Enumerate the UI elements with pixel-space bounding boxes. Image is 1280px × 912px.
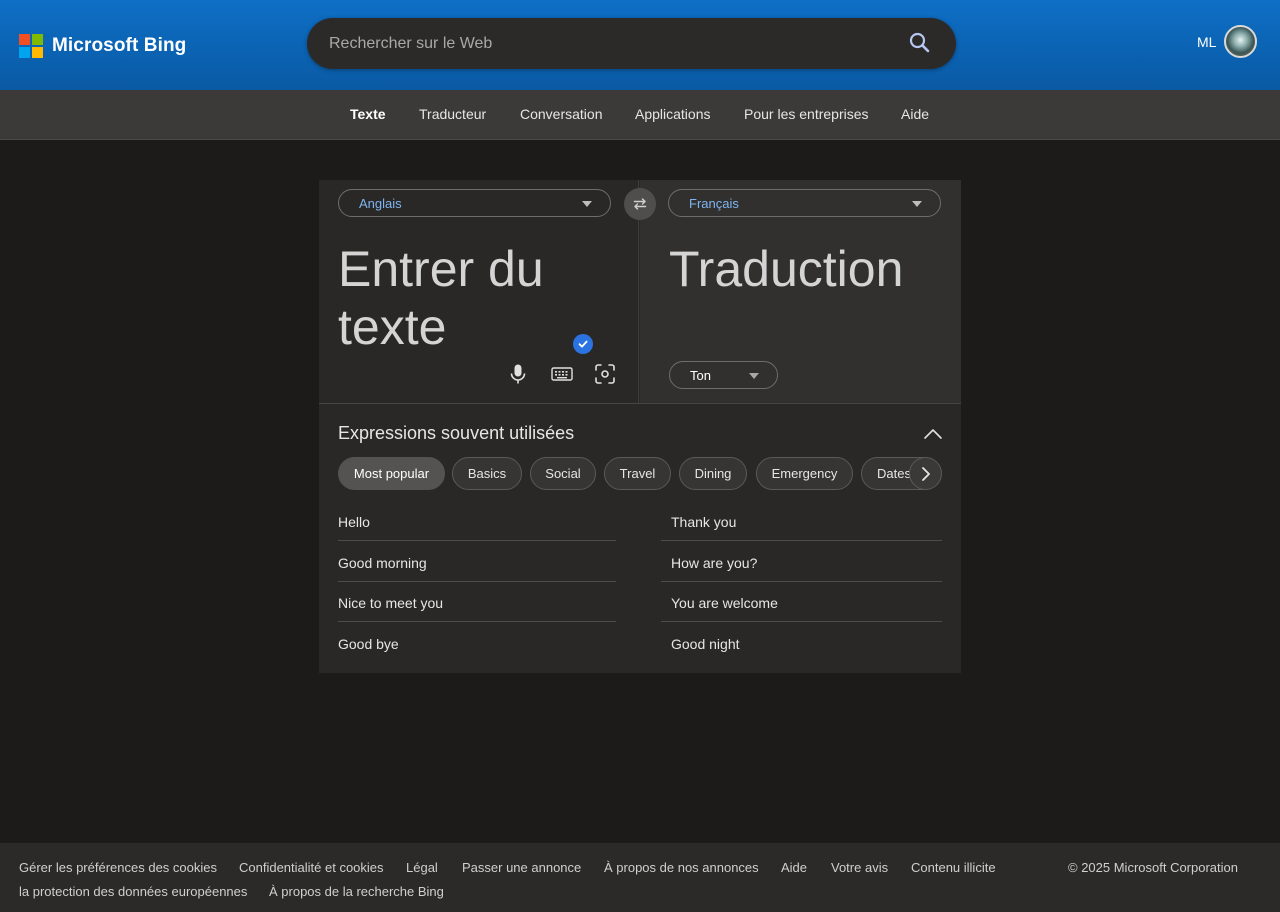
footer-link-about-bing[interactable]: À propos de la recherche Bing [269, 884, 444, 899]
logo-square-yellow [32, 47, 43, 58]
phrase-text: Good bye [338, 636, 399, 652]
nav-item-texte[interactable]: Texte [350, 106, 386, 122]
nav-item-aide[interactable]: Aide [901, 106, 929, 122]
logo-square-green [32, 34, 43, 45]
category-chip-travel[interactable]: Travel [604, 457, 671, 490]
bing-logo[interactable]: Microsoft Bing [19, 34, 186, 58]
user-initials[interactable]: ML [1197, 34, 1216, 50]
source-language-label: Anglais [359, 196, 402, 211]
microphone-icon [510, 364, 526, 384]
phrase-item[interactable]: Good bye [338, 623, 616, 663]
footer-link-about-ads[interactable]: À propos de nos annonces [604, 860, 759, 875]
swap-arrows-icon [633, 198, 647, 210]
camera-scan-button[interactable] [593, 362, 617, 386]
phrase-item[interactable]: Good morning [338, 542, 616, 582]
header: Microsoft Bing ML [0, 0, 1280, 90]
footer-link-help[interactable]: Aide [781, 860, 807, 875]
footer: Gérer les préférences des cookies Confid… [0, 843, 1280, 912]
phrase-item[interactable]: Hello [338, 501, 616, 541]
category-chip-emergency[interactable]: Emergency [756, 457, 853, 490]
nav-item-traducteur[interactable]: Traducteur [419, 106, 486, 122]
phrase-categories: Most popular Basics Social Travel Dining… [338, 457, 942, 491]
keyboard-button[interactable] [550, 362, 574, 386]
target-language-select[interactable]: Français [668, 189, 941, 217]
chevron-down-icon [582, 201, 592, 207]
chevron-down-icon [912, 201, 922, 207]
logo-square-blue [19, 47, 30, 58]
phrase-text: Good night [671, 636, 740, 652]
divider [319, 403, 961, 404]
search-button[interactable] [907, 30, 933, 56]
target-pane: Français Traduction Ton [640, 180, 961, 403]
top-nav: Texte Traducteur Conversation Applicatio… [0, 90, 1280, 140]
chevron-up-icon [924, 429, 942, 439]
tone-select[interactable]: Ton [669, 361, 778, 389]
search-icon [909, 32, 930, 53]
category-chip-most-popular[interactable]: Most popular [338, 457, 445, 490]
copyright: © 2025 Microsoft Corporation [1068, 860, 1238, 875]
nav-item-applications[interactable]: Applications [635, 106, 711, 122]
footer-link-eu-data-protection[interactable]: la protection des données européennes [19, 884, 247, 899]
phrase-item[interactable]: You are welcome [661, 582, 942, 622]
footer-link-cookie-preferences[interactable]: Gérer les préférences des cookies [19, 860, 217, 875]
nav-item-conversation[interactable]: Conversation [520, 106, 603, 122]
phrase-text: Hello [338, 514, 370, 530]
search-box [307, 18, 956, 69]
phrase-item[interactable]: Good night [661, 623, 942, 663]
phrase-text: Good morning [338, 555, 427, 571]
categories-next-button[interactable] [909, 457, 942, 490]
phrase-text: You are welcome [671, 595, 778, 611]
translation-output: Traduction [669, 241, 904, 297]
chevron-down-icon [749, 373, 759, 379]
footer-link-legal[interactable]: Légal [406, 860, 438, 875]
tone-label: Ton [690, 368, 711, 383]
target-language-label: Français [689, 196, 739, 211]
logo-square-red [19, 34, 30, 45]
checkmark-badge-icon [573, 334, 593, 354]
footer-link-privacy[interactable]: Confidentialité et cookies [239, 860, 384, 875]
category-chip-social[interactable]: Social [530, 457, 596, 490]
avatar[interactable] [1224, 25, 1257, 58]
source-pane: Anglais [319, 180, 639, 403]
phrase-item[interactable]: How are you? [661, 542, 942, 582]
search-input[interactable] [327, 18, 887, 69]
category-chip-basics[interactable]: Basics [452, 457, 522, 490]
keyboard-icon [551, 367, 573, 381]
microphone-button[interactable] [506, 362, 530, 386]
category-chip-dining[interactable]: Dining [679, 457, 747, 490]
microsoft-logo-icon [19, 34, 43, 58]
footer-link-feedback[interactable]: Votre avis [831, 860, 888, 875]
phrase-text: How are you? [671, 555, 758, 571]
source-language-select[interactable]: Anglais [338, 189, 611, 217]
footer-link-advertise[interactable]: Passer une annonce [462, 860, 581, 875]
phrase-text: Thank you [671, 514, 737, 530]
collapse-phrases-button[interactable] [922, 423, 944, 445]
phrase-text: Nice to meet you [338, 595, 444, 611]
phrase-item[interactable]: Thank you [661, 501, 942, 541]
phrases-title: Expressions souvent utilisées [338, 423, 575, 443]
footer-link-illegal-content[interactable]: Contenu illicite [911, 860, 996, 875]
swap-languages-button[interactable] [624, 188, 656, 220]
nav-item-entreprises[interactable]: Pour les entreprises [744, 106, 869, 122]
translator-card: Anglais Entrer du texte Français Traduct… [319, 180, 961, 673]
phrase-item[interactable]: Nice to meet you [338, 582, 616, 622]
logo-text: Microsoft Bing [52, 35, 187, 56]
camera-scan-icon [595, 364, 615, 384]
chevron-right-icon [921, 466, 930, 481]
